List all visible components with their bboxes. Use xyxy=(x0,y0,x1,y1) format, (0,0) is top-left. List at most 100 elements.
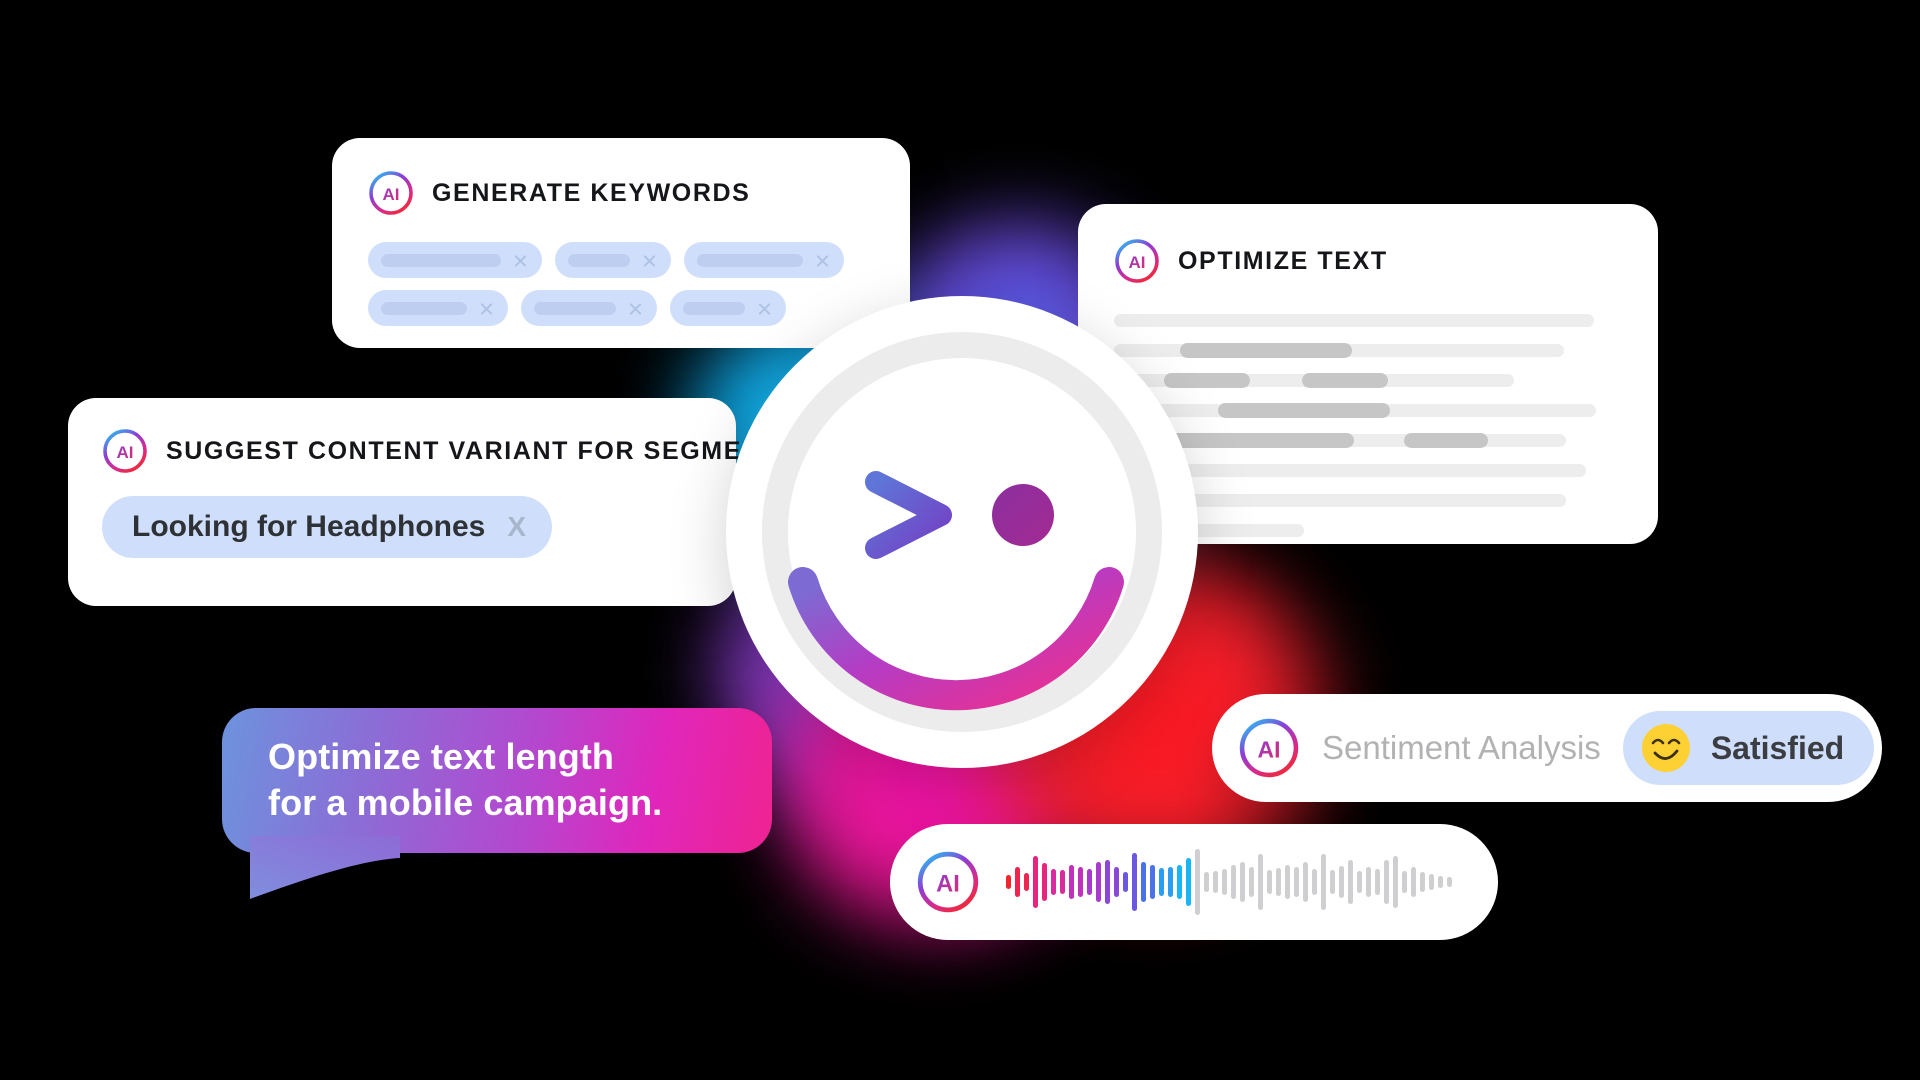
waveform-bar-played xyxy=(1096,862,1101,902)
svg-text:AI: AI xyxy=(383,185,400,204)
waveform-bar-unplayed xyxy=(1222,869,1227,895)
waveform-bar-unplayed xyxy=(1267,870,1272,894)
waveform-bar-played xyxy=(1015,867,1020,897)
logo-smile xyxy=(788,567,1124,711)
waveform-bar-unplayed xyxy=(1312,869,1317,895)
waveform-bar-unplayed xyxy=(1384,860,1389,904)
skeleton-line-highlight xyxy=(1404,433,1488,448)
waveform-bar-unplayed xyxy=(1321,854,1326,910)
ai-badge-icon: AI xyxy=(368,170,414,216)
waveform-bar-played xyxy=(1150,865,1155,899)
close-icon[interactable] xyxy=(513,253,528,268)
waveform-bar-unplayed xyxy=(1294,867,1299,897)
waveform-bar-played xyxy=(1105,860,1110,904)
waveform-bar-unplayed xyxy=(1393,856,1398,908)
svg-text:AI: AI xyxy=(936,872,960,898)
logo-wink-eye xyxy=(865,471,952,559)
prompt-line-1: Optimize text length xyxy=(268,736,615,777)
waveform-bar-played xyxy=(1042,863,1047,901)
skeleton-line-highlight xyxy=(1180,343,1352,358)
segment-chip[interactable]: Looking for Headphones X xyxy=(102,496,553,558)
keyword-chip[interactable] xyxy=(684,242,844,278)
card-header: AI OPTIMIZE TEXT xyxy=(1114,238,1658,284)
card-header: AI SUGGEST CONTENT VARIANT FOR SEGMENT xyxy=(102,428,777,474)
waveform-bar-unplayed xyxy=(1249,867,1254,897)
skeleton-line-highlight xyxy=(1218,403,1390,418)
waveform-bar-unplayed xyxy=(1303,862,1308,902)
sentiment-value-pill[interactable]: Satisfied xyxy=(1622,711,1875,785)
suggest-content-variant-card: AI SUGGEST CONTENT VARIANT FOR SEGMENT L… xyxy=(68,398,777,606)
keyword-chip[interactable] xyxy=(368,290,508,326)
waveform-bar-unplayed xyxy=(1258,854,1263,910)
card-header: AI GENERATE KEYWORDS xyxy=(368,170,876,216)
ai-badge-icon: AI xyxy=(1114,238,1160,284)
waveform-bar-unplayed xyxy=(1348,860,1353,904)
close-icon[interactable] xyxy=(479,301,494,316)
close-icon[interactable] xyxy=(628,301,643,316)
hero-illustration: AI GENERATE KEYWORDS AI SUGGEST CONTENT … xyxy=(0,0,1920,1080)
card-title: OPTIMIZE TEXT xyxy=(1178,246,1388,275)
waveform-bar-unplayed xyxy=(1357,871,1362,893)
keyword-chip[interactable] xyxy=(368,242,542,278)
ai-smiley-logo xyxy=(726,296,1198,768)
waveform-bar-unplayed xyxy=(1411,867,1416,897)
waveform-bar-played xyxy=(1141,862,1146,902)
audio-waveform-card: AI xyxy=(890,824,1498,940)
prompt-line-2: for a mobile campaign. xyxy=(268,782,663,824)
waveform-bar-played xyxy=(1051,869,1056,895)
waveform-bar-unplayed xyxy=(1375,869,1380,895)
waveform-bar-unplayed xyxy=(1330,870,1335,894)
keyword-chip[interactable] xyxy=(521,290,657,326)
card-title: GENERATE KEYWORDS xyxy=(432,178,751,207)
keyword-chip[interactable] xyxy=(555,242,671,278)
sentiment-label: Sentiment Analysis xyxy=(1322,729,1601,766)
skeleton-line-highlight xyxy=(1302,373,1388,388)
waveform-bar-played xyxy=(1060,870,1065,894)
waveform-bar-played xyxy=(1123,872,1128,892)
waveform-bar-unplayed xyxy=(1447,877,1452,887)
keyword-chip-bar xyxy=(568,253,630,267)
waveform-bar-unplayed xyxy=(1420,872,1425,892)
ai-badge-icon: AI xyxy=(916,850,980,914)
ai-badge-icon: AI xyxy=(102,428,148,474)
svg-text:AI: AI xyxy=(1258,736,1281,762)
keyword-chip-bar xyxy=(381,253,501,267)
waveform-bar-unplayed xyxy=(1276,868,1281,896)
prompt-speech-bubble: Optimize text length for a mobile campai… xyxy=(222,708,772,899)
bubble-tail xyxy=(250,836,400,899)
waveform-bar-played xyxy=(1168,867,1173,897)
waveform-bar-played xyxy=(1186,858,1191,906)
sentiment-value: Satisfied xyxy=(1710,729,1845,766)
keyword-chip-bar xyxy=(381,301,467,315)
close-icon[interactable] xyxy=(642,253,657,268)
waveform-bar-played xyxy=(1069,865,1074,899)
audio-waveform[interactable] xyxy=(1006,844,1452,920)
close-icon[interactable]: X xyxy=(507,511,526,543)
logo-dot-eye xyxy=(992,484,1054,546)
keyword-chip-bar xyxy=(534,301,616,315)
keyword-chip-row xyxy=(368,242,876,278)
keyword-chip-bar xyxy=(697,253,803,267)
waveform-bar-played xyxy=(1159,868,1164,896)
waveform-bar-played xyxy=(1114,867,1119,897)
ai-badge-icon: AI xyxy=(1238,717,1300,779)
waveform-bar-played xyxy=(1132,853,1137,911)
sentiment-analysis-card: AI Sentiment Analysis Satisfied xyxy=(1212,694,1882,802)
waveform-bar-played xyxy=(1087,869,1092,895)
smiling-face-emoji xyxy=(1641,724,1690,772)
waveform-bar-played xyxy=(1033,856,1038,908)
waveform-bar-unplayed xyxy=(1213,871,1218,893)
waveform-bar-unplayed xyxy=(1195,849,1200,915)
waveform-bar-unplayed xyxy=(1366,867,1371,897)
prompt-text: Optimize text length for a mobile campai… xyxy=(222,708,772,826)
segment-chip-label: Looking for Headphones xyxy=(132,510,486,543)
waveform-bar-played xyxy=(1006,875,1011,889)
waveform-bar-unplayed xyxy=(1402,871,1407,893)
waveform-bar-unplayed xyxy=(1339,866,1344,898)
close-icon[interactable] xyxy=(815,253,830,268)
waveform-bar-unplayed xyxy=(1285,865,1290,899)
svg-text:AI: AI xyxy=(117,443,134,462)
waveform-bar-unplayed xyxy=(1204,872,1209,892)
svg-text:AI: AI xyxy=(1129,253,1146,272)
waveform-bar-unplayed xyxy=(1429,874,1434,890)
